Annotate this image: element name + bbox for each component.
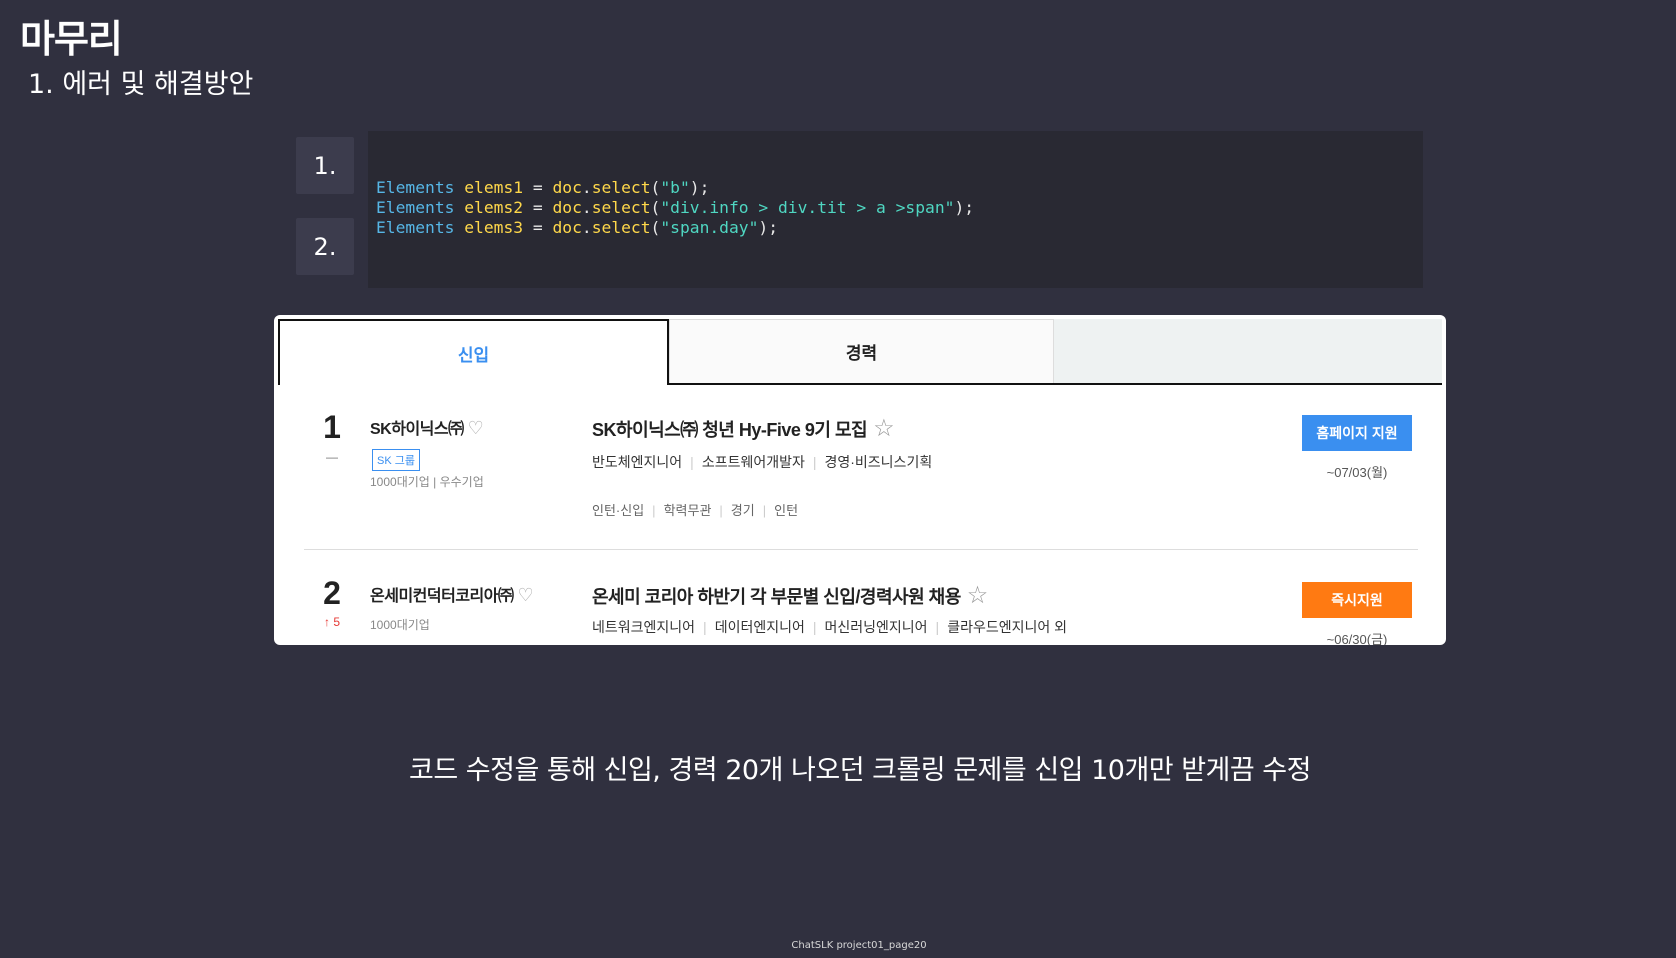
rank-change: —: [326, 450, 338, 464]
deadline: ~07/03(월): [1326, 465, 1388, 480]
job-title[interactable]: 온세미 코리아 하반기 각 부문별 신입/경력사원 채용 ☆: [592, 581, 988, 610]
code-object: doc: [552, 177, 582, 197]
job-tag: 경영·비즈니스기획: [824, 454, 933, 470]
code-punctuation: (: [650, 197, 661, 217]
job-condition: 학력무관: [663, 503, 712, 518]
job-row: 2 ↑ 5 온세미컨덕터코리아㈜ ♡ 1000대기업 온세미 코리아 하반기 각 …: [274, 315, 1446, 645]
company-meta: 1000대기업: [370, 618, 430, 632]
code-punctuation: .: [581, 218, 592, 238]
job-tag: 머신러닝엔지니어: [824, 619, 928, 635]
code-punctuation: );: [758, 218, 778, 238]
group-badge: SK 그룹: [372, 449, 420, 471]
job-condition: 인턴: [774, 503, 799, 518]
slide-footer: ChatSLK project01_page20: [791, 940, 927, 951]
code-variable: elems3: [464, 218, 524, 238]
company-name[interactable]: 온세미컨덕터코리아㈜ ♡: [370, 582, 534, 606]
job-tag: 반도체엔지니어: [592, 454, 683, 470]
code-punctuation: .: [581, 197, 592, 217]
code-line: Elements elems1 = doc.select("b");: [376, 178, 1423, 198]
code-method: select: [591, 197, 651, 217]
slide-subtitle: 1. 에러 및 해결방안: [28, 69, 254, 100]
star-icon[interactable]: ☆: [967, 582, 989, 609]
deadline: ~06/30(금): [1326, 632, 1388, 645]
code-line: Elements elems3 = doc.select("span.day")…: [376, 218, 1423, 238]
job-tag: 소프트웨어개발자: [701, 454, 805, 470]
code-snippet: Elements elems1 = doc.select("b"); Elemen…: [368, 131, 1423, 288]
code-punctuation: (: [650, 177, 661, 197]
code-type: Elements: [376, 177, 455, 197]
code-punctuation: );: [954, 197, 975, 217]
heart-icon[interactable]: ♡: [517, 585, 533, 605]
job-tag: 데이터엔지니어: [714, 619, 805, 635]
code-operator: =: [523, 177, 553, 197]
company-name-text[interactable]: 온세미컨덕터코리아㈜: [370, 588, 514, 605]
code-method: select: [591, 218, 651, 238]
slide-title: 마무리: [20, 17, 123, 61]
code-method: select: [591, 177, 651, 197]
job-tags: 반도체엔지니어 | 소프트웨어개발자 | 경영·비즈니스기획: [592, 454, 933, 470]
code-string: "b": [660, 177, 690, 197]
job-condition: 경기: [730, 503, 755, 518]
slide-caption: 코드 수정을 통해 신입, 경력 20개 나오던 크롤링 문제를 신입 10개만…: [409, 755, 1311, 786]
code-string: "span.day": [660, 218, 759, 238]
code-punctuation: );: [689, 177, 710, 197]
code-type: Elements: [376, 218, 455, 238]
quick-apply-button[interactable]: 즉시지원: [1302, 582, 1412, 618]
row-divider: [304, 549, 1418, 550]
code-object: doc: [552, 197, 582, 217]
job-title-text[interactable]: 온세미 코리아 하반기 각 부문별 신입/경력사원 채용: [592, 587, 961, 607]
job-condition: 인턴·신입: [592, 503, 645, 518]
job-tag: 클라우드엔지니어 외: [947, 619, 1067, 635]
step-number-2: 2.: [296, 218, 354, 275]
job-tags: 네트워크엔지니어 | 데이터엔지니어 | 머신러닝엔지니어 | 클라우드엔지니어 외: [592, 619, 1067, 635]
code-string: "div.info > div.tit > a >span": [660, 197, 955, 217]
code-operator: =: [523, 197, 553, 217]
code-punctuation: [454, 198, 464, 217]
code-object: doc: [552, 218, 582, 238]
code-punctuation: [454, 178, 464, 197]
step-number-1: 1.: [296, 137, 354, 194]
code-variable: elems1: [464, 177, 524, 197]
code-punctuation: .: [581, 177, 592, 197]
job-tag: 네트워크엔지니어: [592, 619, 696, 635]
job-conditions: 인턴·신입 | 학력무관 | 경기 | 인턴: [592, 500, 798, 519]
code-punctuation: (: [650, 218, 661, 238]
code-line: Elements elems2 = doc.select("div.info >…: [376, 198, 1423, 218]
code-variable: elems2: [464, 197, 524, 217]
company-meta: 1000대기업 | 우수기업: [370, 475, 484, 489]
code-type: Elements: [376, 197, 455, 217]
rank-number: 2: [323, 575, 341, 611]
code-punctuation: [454, 218, 464, 237]
rank-change: ↑ 5: [323, 615, 340, 629]
code-operator: =: [523, 218, 553, 238]
job-ranking-panel: 신입 경력 1 — SK하이닉스㈜ ♡ SK 그룹 1000대기업 | 우수기업 …: [274, 315, 1446, 645]
